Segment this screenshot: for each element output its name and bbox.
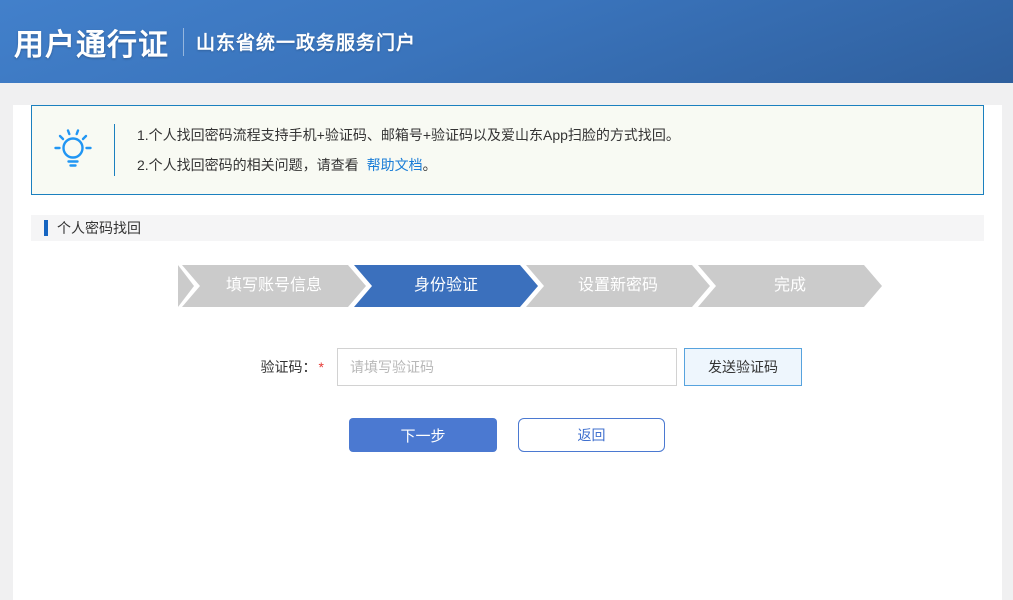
notice-line-2-text: 2.个人找回密码的相关问题，请查看 (137, 157, 359, 173)
lightbulb-tips-icon (52, 128, 94, 172)
help-doc-link[interactable]: 帮助文档 (367, 157, 423, 173)
section-title: 个人密码找回 (57, 218, 141, 238)
captcha-label-text: 验证码： (261, 359, 317, 375)
step-identity-verify: 身份验证 (354, 265, 538, 307)
captcha-form-row: 验证码：* 发送验证码 (13, 348, 1002, 386)
step-set-new-password: 设置新密码 (526, 265, 710, 307)
section-title-accent-bar (44, 220, 48, 236)
notice-icon-column (32, 128, 114, 172)
next-button[interactable]: 下一步 (349, 418, 497, 452)
app-title: 用户通行证 (14, 20, 169, 64)
step-fill-account: 填写账号信息 (182, 265, 366, 307)
required-asterisk: * (319, 359, 324, 375)
notice-line-1: 1.个人找回密码流程支持手机+验证码、邮箱号+验证码以及爱山东App扫脸的方式找… (137, 120, 680, 150)
progress-stepper: 填写账号信息 身份验证 设置新密码 完成 (178, 265, 1002, 307)
notice-box: 1.个人找回密码流程支持手机+验证码、邮箱号+验证码以及爱山东App扫脸的方式找… (31, 105, 984, 195)
page-header: 用户通行证 山东省统一政务服务门户 (0, 0, 1013, 83)
back-button[interactable]: 返回 (518, 418, 665, 452)
step-complete: 完成 (698, 265, 882, 307)
step-label: 完成 (774, 277, 806, 294)
notice-line-2: 2.个人找回密码的相关问题，请查看 帮助文档。 (137, 150, 680, 180)
action-buttons-row: 下一步 返回 (349, 418, 1002, 452)
main-card: 1.个人找回密码流程支持手机+验证码、邮箱号+验证码以及爱山东App扫脸的方式找… (13, 105, 1002, 600)
step-label: 填写账号信息 (226, 277, 322, 294)
step-label: 身份验证 (414, 277, 478, 294)
step-label: 设置新密码 (578, 277, 658, 294)
notice-text: 1.个人找回密码流程支持手机+验证码、邮箱号+验证码以及爱山东App扫脸的方式找… (115, 120, 680, 180)
captcha-label: 验证码：* (13, 357, 337, 377)
captcha-input[interactable] (337, 348, 677, 386)
portal-subtitle: 山东省统一政务服务门户 (196, 28, 416, 55)
section-title-bar: 个人密码找回 (31, 215, 984, 241)
send-code-button[interactable]: 发送验证码 (684, 348, 802, 386)
header-divider (183, 28, 184, 56)
notice-line-2-period: 。 (423, 157, 437, 173)
